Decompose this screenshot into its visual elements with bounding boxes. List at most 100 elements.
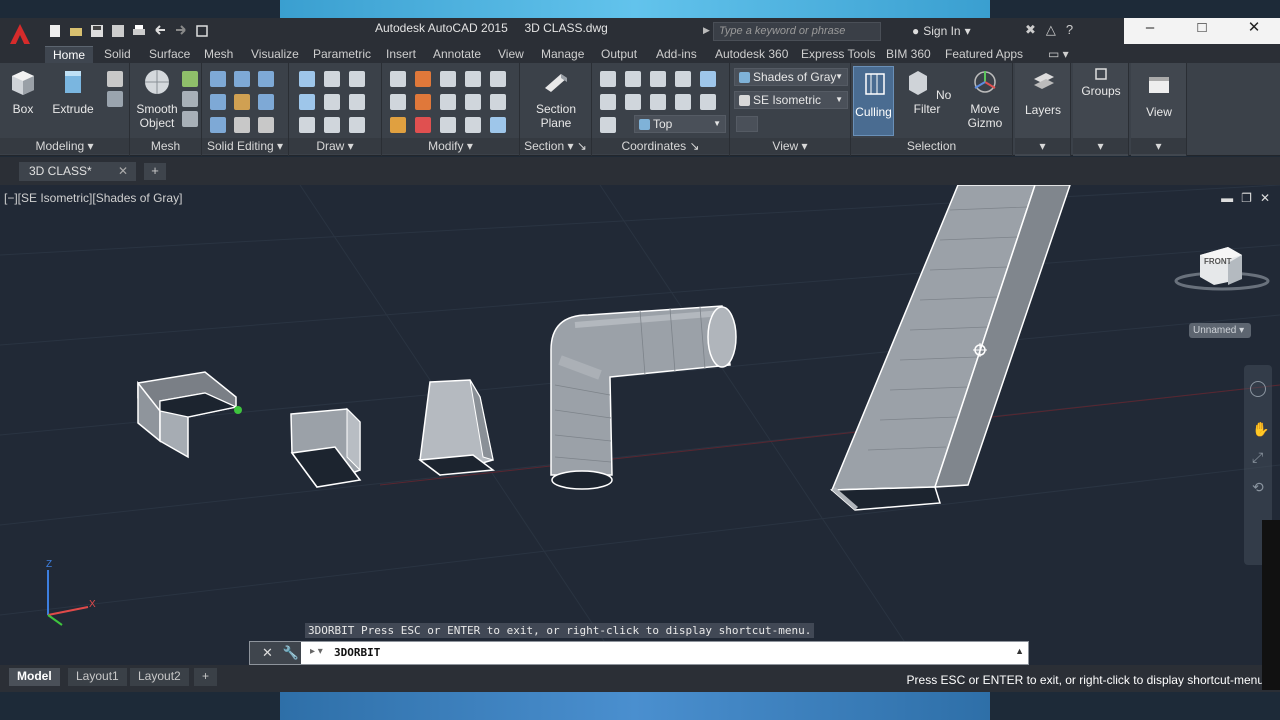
ucs-previous-icon[interactable] [600, 117, 616, 133]
spline-icon[interactable] [299, 94, 315, 110]
rectangle-icon[interactable] [324, 117, 340, 133]
tab-layout2[interactable]: Layout2 [130, 668, 189, 686]
presspull-icon[interactable] [107, 71, 123, 87]
plot-icon[interactable] [130, 22, 147, 39]
tab-output[interactable]: Output [593, 46, 645, 63]
fillet-edge-icon[interactable] [234, 117, 250, 133]
ucs-menu-button[interactable]: Unnamed ▾ [1189, 323, 1251, 338]
steering-wheel-icon[interactable] [1250, 381, 1266, 397]
view-direction-dropdown[interactable]: SE Isometric ▼ [734, 91, 848, 109]
panel-title-modeling[interactable]: Modeling ▾ [0, 138, 129, 154]
tab-visualize[interactable]: Visualize [243, 46, 307, 63]
tab-autodesk-360[interactable]: Autodesk 360 [707, 46, 796, 63]
help-icon[interactable]: ? [1066, 22, 1073, 38]
align-icon[interactable] [465, 117, 481, 133]
3d-array-icon[interactable] [490, 117, 506, 133]
new-icon[interactable] [46, 22, 63, 39]
zoom-extents-icon[interactable]: ⤢ [1252, 449, 1263, 466]
ucs-z-icon[interactable] [700, 94, 716, 110]
polyline-icon[interactable] [299, 71, 315, 87]
tab-annotate[interactable]: Annotate [425, 46, 489, 63]
section-plane-button[interactable]: Section Plane [530, 68, 582, 130]
ucs-origin-icon[interactable] [625, 71, 641, 87]
ucs-view-icon[interactable] [675, 94, 691, 110]
3d-rotate-icon[interactable] [415, 71, 431, 87]
erase-icon[interactable] [390, 117, 406, 133]
drawing-viewport[interactable]: Z X [−][SE Isometric][Shades of Gray] ▬ … [0, 185, 1280, 665]
view-button[interactable]: View [1137, 71, 1181, 119]
ucs-named-icon[interactable] [600, 94, 616, 110]
move-gizmo-button[interactable]: Move Gizmo [961, 68, 1009, 130]
smooth-object-button[interactable]: Smooth Object [134, 68, 180, 130]
trim-icon[interactable] [490, 71, 506, 87]
ucs-face-icon[interactable] [625, 94, 641, 110]
tab-manage[interactable]: Manage [533, 46, 592, 63]
undo-icon[interactable] [151, 22, 168, 39]
open-icon[interactable] [67, 22, 84, 39]
extract-edges-icon[interactable] [258, 71, 274, 87]
3d-move-icon[interactable] [415, 94, 431, 110]
panel-title-mesh[interactable]: Mesh [130, 138, 201, 154]
stretch-icon[interactable] [440, 117, 456, 133]
panel-title-modify[interactable]: Modify ▾ [382, 138, 519, 154]
ribbon-options-icon[interactable]: ▭ ▾ [1040, 46, 1077, 63]
view-expand[interactable]: ▾ [1131, 138, 1186, 154]
panel-title-section[interactable]: Section ▾ ↘ [520, 138, 591, 154]
no-filter-button[interactable]: No Filter [901, 68, 953, 116]
ucs-3point-icon[interactable] [650, 71, 666, 87]
mesh-crease-icon[interactable] [182, 111, 198, 127]
redo-icon[interactable] [172, 22, 189, 39]
new-tab-button[interactable]: + [144, 163, 166, 180]
command-line[interactable]: ✕ 🔧 ▸ ▾ 3DORBIT ▲ [249, 641, 1029, 665]
loft-icon[interactable] [107, 91, 123, 107]
maximize-button[interactable]: □ [1176, 18, 1228, 44]
line-icon[interactable] [324, 94, 340, 110]
groups-expand[interactable]: ▾ [1073, 138, 1128, 154]
tab-surface[interactable]: Surface [141, 46, 198, 63]
visual-style-dropdown[interactable]: Shades of Gray ▼ [734, 68, 848, 86]
offset-icon[interactable] [440, 94, 456, 110]
ucs-world-icon[interactable] [700, 71, 716, 87]
command-input[interactable]: 3DORBIT [334, 646, 380, 659]
scale-icon[interactable] [390, 71, 406, 87]
sign-in-button[interactable]: ● Sign In ▾ [912, 24, 971, 38]
workspace-icon[interactable] [193, 22, 210, 39]
search-expand-icon[interactable]: ▶ [703, 25, 710, 36]
polygon-icon[interactable] [299, 117, 315, 133]
tab-view[interactable]: View [490, 46, 532, 63]
exchange-icon[interactable]: ✖ [1025, 22, 1036, 38]
ucs-view-dropdown[interactable]: Top ▼ [634, 115, 726, 133]
subtract-icon[interactable] [210, 94, 226, 110]
tab-parametric[interactable]: Parametric [305, 46, 379, 63]
3d-mirror-icon[interactable] [415, 117, 431, 133]
close-icon[interactable]: ✕ [262, 645, 273, 661]
helix-icon[interactable] [324, 71, 340, 87]
viewport-minimize-icon[interactable]: ▬ [1221, 191, 1233, 205]
fillet-icon[interactable] [490, 94, 506, 110]
separate-icon[interactable] [258, 117, 274, 133]
save-icon[interactable] [88, 22, 105, 39]
ucs-icon[interactable] [600, 71, 616, 87]
mesh-smooth-more-icon[interactable] [182, 71, 198, 87]
tab-mesh[interactable]: Mesh [196, 46, 241, 63]
tab-model[interactable]: Model [9, 668, 60, 686]
panel-title-draw[interactable]: Draw ▾ [289, 138, 381, 154]
panel-title-view[interactable]: View ▾ [730, 138, 850, 154]
panel-title-selection[interactable]: Selection [851, 138, 1012, 154]
mesh-refine-icon[interactable] [182, 91, 198, 107]
extrude-faces-icon[interactable] [258, 94, 274, 110]
customize-icon[interactable]: 🔧 [283, 645, 299, 661]
layers-button[interactable]: Layers [1021, 69, 1065, 117]
search-input[interactable]: Type a keyword or phrase [713, 22, 881, 41]
tab-solid[interactable]: Solid [96, 46, 139, 63]
viewport-controls-label[interactable]: [−][SE Isometric][Shades of Gray] [4, 191, 182, 205]
pan-icon[interactable]: ✋ [1252, 421, 1269, 438]
tab-add-ins[interactable]: Add-ins [648, 46, 705, 63]
mirror-icon[interactable] [390, 94, 406, 110]
add-layout-button[interactable]: + [194, 668, 218, 686]
layers-expand[interactable]: ▾ [1015, 138, 1070, 154]
copy-icon[interactable] [465, 94, 481, 110]
orbit-icon[interactable]: ⟲ [1252, 479, 1264, 496]
tab-express-tools[interactable]: Express Tools [793, 46, 883, 63]
panel-title-solid-editing[interactable]: Solid Editing ▾ [202, 138, 288, 154]
